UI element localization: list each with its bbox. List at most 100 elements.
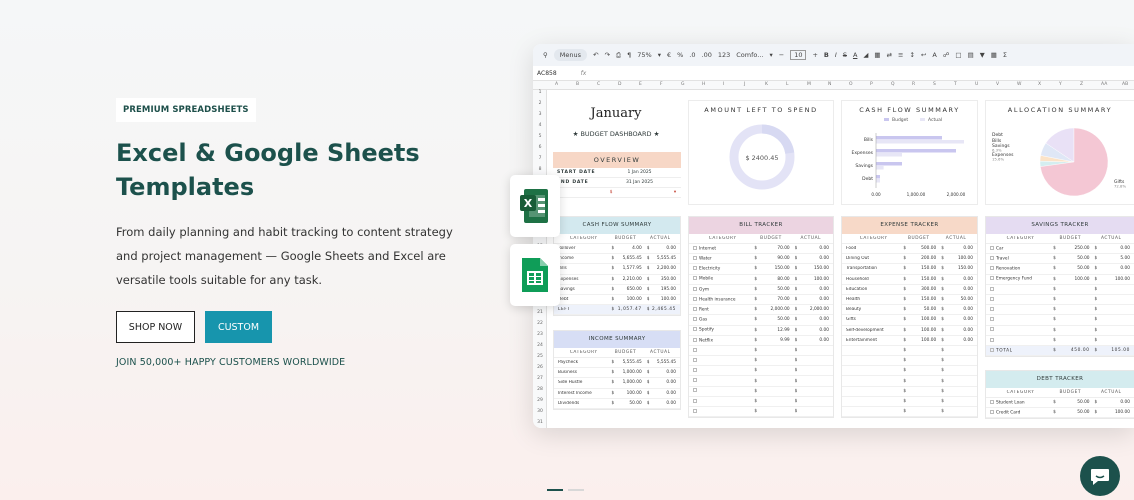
table-row[interactable]: $ $ bbox=[986, 305, 1134, 316]
row-number[interactable]: 4 bbox=[533, 123, 547, 128]
checkbox[interactable] bbox=[693, 296, 697, 301]
column-letter[interactable]: M bbox=[807, 82, 811, 87]
table-row[interactable]: Gym $50.00 $0.00 bbox=[689, 285, 833, 295]
table-row[interactable]: Bills $1,577.95 $2,200.00 bbox=[554, 264, 680, 275]
table-row[interactable]: $ $ bbox=[689, 397, 833, 407]
custom-button[interactable]: CUSTOM bbox=[205, 311, 272, 343]
row-number[interactable]: 21 bbox=[533, 310, 547, 315]
table-row[interactable]: $ $ bbox=[842, 356, 977, 367]
table-row[interactable]: $ $ bbox=[842, 346, 977, 357]
column-letter[interactable]: R bbox=[912, 82, 915, 87]
column-letter[interactable]: S bbox=[933, 82, 936, 87]
plus-icon[interactable]: + bbox=[812, 51, 817, 59]
checkbox[interactable] bbox=[990, 306, 994, 311]
table-row[interactable]: Expenses $2,210.00 $350.00 bbox=[554, 275, 680, 285]
column-letter[interactable]: Z bbox=[1080, 82, 1083, 87]
table-row[interactable]: Health insurance $70.00 $0.00 bbox=[689, 295, 833, 306]
column-letter[interactable]: AB bbox=[1122, 82, 1128, 87]
carousel-dot[interactable] bbox=[568, 489, 584, 491]
bold-icon[interactable]: B bbox=[824, 51, 829, 59]
row-number[interactable]: 6 bbox=[533, 145, 547, 150]
table-row[interactable]: Gifts $100.00 $0.00 bbox=[842, 315, 977, 326]
column-letter[interactable]: T bbox=[954, 82, 957, 87]
row-number[interactable]: 30 bbox=[533, 409, 547, 414]
table-row[interactable]: Paycheck $5,555.45 $5,555.45 bbox=[554, 358, 680, 369]
table-row[interactable]: Side Hustle $1,000.00 $0.00 bbox=[554, 378, 680, 389]
cell-reference[interactable]: AC858 bbox=[537, 70, 557, 77]
table-row[interactable]: $ $ bbox=[986, 326, 1134, 336]
table-row[interactable]: $ $ bbox=[842, 397, 977, 407]
table-row[interactable]: Rent $2,000.00 $2,000.00 bbox=[689, 305, 833, 316]
checkbox[interactable] bbox=[693, 286, 697, 291]
row-number[interactable]: 3 bbox=[533, 112, 547, 117]
row-number[interactable]: 23 bbox=[533, 332, 547, 337]
table-row[interactable]: Food $500.00 $0.00 bbox=[842, 244, 977, 255]
strikethrough-icon[interactable]: S bbox=[843, 51, 847, 59]
checkbox[interactable] bbox=[693, 266, 697, 271]
table-row[interactable]: Emergency Fund $100.00 $100.00 bbox=[986, 275, 1134, 285]
table-row[interactable]: Gas $50.00 $0.00 bbox=[689, 315, 833, 326]
row-number[interactable]: 5 bbox=[533, 134, 547, 139]
checkbox[interactable] bbox=[693, 337, 697, 342]
column-letter[interactable]: B bbox=[576, 82, 579, 87]
start-date-value[interactable]: 1 Jan 2025 bbox=[598, 170, 681, 175]
column-letter[interactable]: D bbox=[618, 82, 621, 87]
shop-now-button[interactable]: SHOP NOW bbox=[116, 311, 195, 343]
table-row[interactable]: Car $250.00 $0.00 bbox=[986, 244, 1134, 255]
row-number[interactable]: 2 bbox=[533, 101, 547, 106]
row-number[interactable]: 26 bbox=[533, 365, 547, 370]
chat-button[interactable] bbox=[1080, 456, 1120, 496]
table-row[interactable]: $ $ bbox=[689, 407, 833, 418]
table-row[interactable]: LEFT $1,057.47 $2,465.45 bbox=[554, 305, 680, 316]
table-row[interactable]: Student Loan $50.00 $0.00 bbox=[986, 398, 1134, 409]
end-date-value[interactable]: 31 Jan 2025 bbox=[598, 180, 681, 185]
column-letter[interactable]: N bbox=[828, 82, 831, 87]
table-row[interactable]: $ $ bbox=[842, 376, 977, 387]
menus-button[interactable]: Menus bbox=[553, 49, 587, 61]
row-number[interactable]: 31 bbox=[533, 420, 547, 425]
table-row[interactable]: $ $ bbox=[986, 285, 1134, 295]
column-letter[interactable]: Q bbox=[891, 82, 895, 87]
paint-format-icon[interactable]: ¶ bbox=[627, 51, 631, 59]
table-row[interactable]: Electricity $150.00 $150.00 bbox=[689, 264, 833, 275]
percent-format[interactable]: % bbox=[677, 51, 683, 59]
row-number[interactable]: 1 bbox=[533, 90, 547, 95]
table-row[interactable]: $ $ bbox=[986, 295, 1134, 306]
zoom-select[interactable]: 75% bbox=[637, 51, 651, 59]
undo-icon[interactable]: ↶ bbox=[593, 51, 598, 59]
row-number[interactable]: 22 bbox=[533, 321, 547, 326]
font-size-input[interactable]: 10 bbox=[790, 50, 807, 60]
checkbox[interactable] bbox=[990, 276, 994, 281]
table-row[interactable]: Education $300.00 $0.00 bbox=[842, 285, 977, 295]
checkbox[interactable] bbox=[990, 286, 994, 291]
checkbox[interactable] bbox=[990, 337, 994, 342]
column-letter[interactable]: X bbox=[1038, 82, 1041, 87]
column-letter[interactable]: W bbox=[1017, 82, 1021, 87]
checkbox[interactable] bbox=[693, 408, 697, 413]
table-row[interactable]: $ $ bbox=[986, 336, 1134, 346]
text-color-icon[interactable]: A bbox=[853, 51, 857, 59]
table-row[interactable]: Water $90.00 $0.00 bbox=[689, 254, 833, 265]
chart-icon[interactable]: ▤ bbox=[968, 51, 974, 59]
table-row[interactable]: TOTAL $450.00 $105.00 bbox=[986, 345, 1134, 357]
checkbox[interactable] bbox=[693, 347, 697, 352]
increase-decimal[interactable]: .00 bbox=[702, 51, 712, 59]
table-row[interactable]: Mobile $80.00 $100.00 bbox=[689, 275, 833, 285]
table-row[interactable]: Health $150.00 $50.00 bbox=[842, 295, 977, 306]
checkbox[interactable] bbox=[990, 245, 994, 250]
functions-icon[interactable]: Σ bbox=[1003, 51, 1007, 59]
row-number[interactable]: 7 bbox=[533, 156, 547, 161]
currency-format[interactable]: € bbox=[667, 51, 671, 59]
checkbox[interactable] bbox=[693, 378, 697, 383]
row-number[interactable]: 24 bbox=[533, 343, 547, 348]
column-letter[interactable]: V bbox=[996, 82, 999, 87]
column-letter[interactable]: K bbox=[765, 82, 768, 87]
table-row[interactable]: Income $5,655.45 $5,555.45 bbox=[554, 254, 680, 265]
print-icon[interactable]: ⎙ bbox=[616, 51, 621, 60]
table-row[interactable]: Savings $650.00 $195.00 bbox=[554, 285, 680, 295]
checkbox[interactable] bbox=[693, 357, 697, 362]
comment-icon[interactable]: □ bbox=[955, 51, 961, 59]
column-letter[interactable]: L bbox=[786, 82, 789, 87]
table-row[interactable]: $ $ bbox=[689, 346, 833, 357]
table-row[interactable]: Netflix $9.99 $0.00 bbox=[689, 336, 833, 346]
